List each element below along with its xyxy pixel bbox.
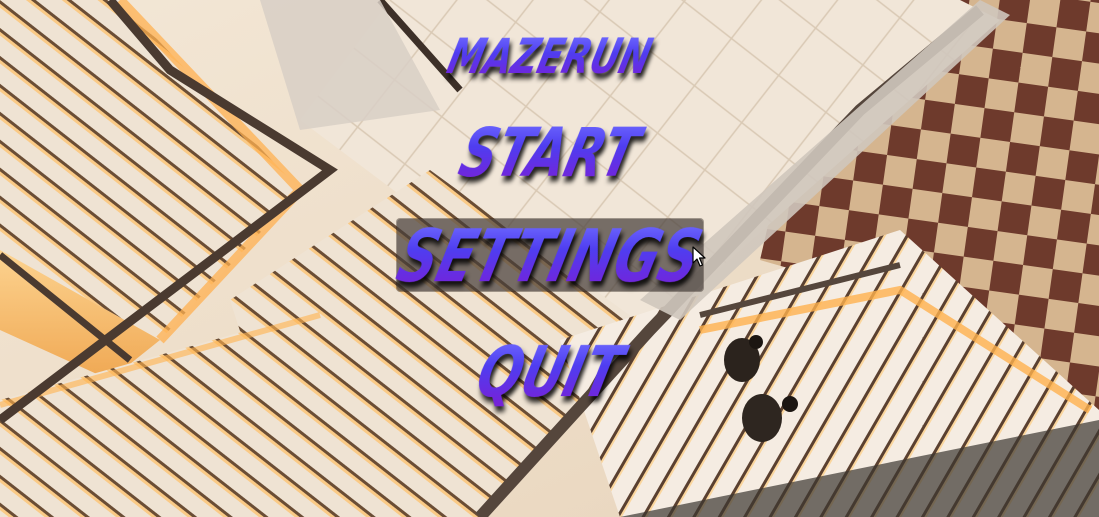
settings-button[interactable]: SETTINGS — [0, 214, 1099, 299]
game-title: MAZERUN — [0, 30, 1099, 85]
main-menu-screen: MAZERUN START SETTINGS QUIT — [0, 0, 1099, 517]
arrow-pointer-icon — [692, 246, 706, 267]
start-button[interactable]: START — [0, 114, 1099, 192]
quit-button[interactable]: QUIT — [0, 333, 1099, 414]
